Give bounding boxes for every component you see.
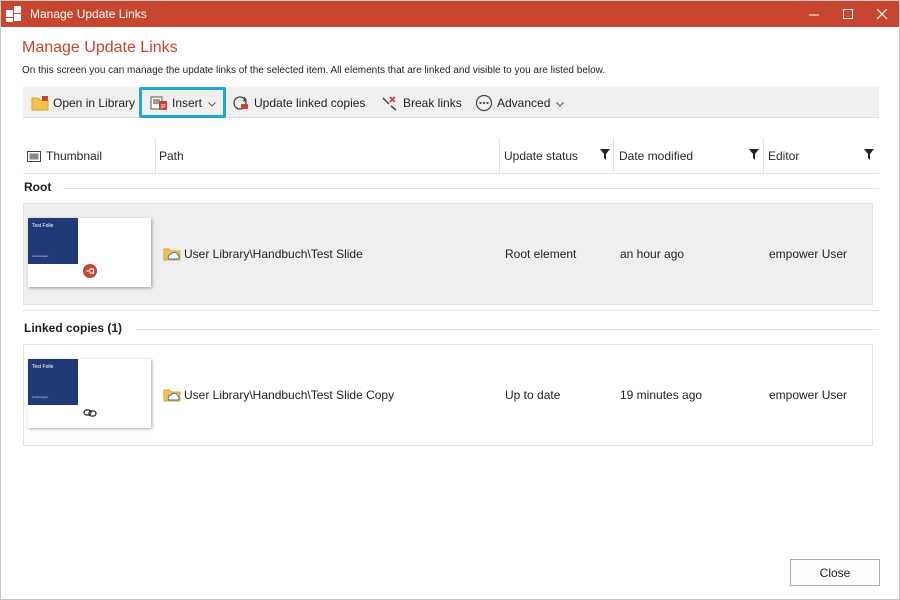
editor-cell: empower User: [769, 247, 848, 261]
group-divider: [23, 310, 879, 311]
column-date-modified[interactable]: Date modified: [619, 138, 693, 174]
update-linked-copies-label: Update linked copies: [254, 95, 366, 110]
column-update-status[interactable]: Update status: [504, 138, 578, 174]
slide-thumbnail: Test Folie Änderungen: [28, 359, 151, 428]
date-cell: an hour ago: [620, 247, 685, 261]
group-divider: [63, 188, 879, 189]
thumbnail-subtitle: Änderungen: [32, 395, 49, 399]
thumbnail-icon: [27, 150, 41, 162]
manage-update-links-window: Manage Update Links Manage Update Links …: [0, 0, 900, 600]
path-text: User Library\Handbuch\Test Slide: [184, 247, 363, 261]
table-row-root[interactable]: Test Folie Änderungen User Library\Handb…: [23, 203, 873, 305]
close-window-button[interactable]: [865, 1, 899, 27]
page-description: On this screen you can manage the update…: [22, 65, 606, 76]
column-editor-label: Editor: [768, 149, 800, 163]
path-text: User Library\Handbuch\Test Slide Copy: [184, 388, 395, 402]
editor-cell: empower User: [769, 388, 848, 402]
maximize-button[interactable]: [831, 1, 865, 27]
date-cell: 19 minutes ago: [620, 388, 703, 402]
chevron-down-icon: [208, 96, 216, 110]
column-date-modified-label: Date modified: [619, 149, 694, 163]
open-in-library-button[interactable]: Open in Library: [31, 87, 135, 118]
maximize-icon: [842, 8, 853, 19]
svg-text:P: P: [161, 104, 166, 111]
link-icon: [83, 407, 97, 421]
close-button[interactable]: Close: [790, 559, 880, 586]
column-path[interactable]: Path: [159, 138, 184, 174]
close-icon: [876, 8, 887, 19]
filter-icon[interactable]: [749, 149, 759, 164]
thumbnail-title: Test Folie: [32, 223, 54, 229]
thumbnail-subtitle: Änderungen: [32, 254, 49, 258]
cloud-folder-icon: [163, 246, 181, 262]
filter-icon[interactable]: [864, 149, 874, 164]
thumbnail-title: Test Folie: [32, 364, 54, 370]
column-path-label: Path: [159, 149, 184, 163]
app-logo-icon: [6, 6, 22, 22]
advanced-label: Advanced: [497, 95, 551, 110]
cloud-folder-icon: [163, 387, 181, 403]
group-label-linked-copies: Linked copies (1): [24, 321, 123, 335]
filter-icon[interactable]: [600, 149, 610, 164]
folder-icon: [31, 94, 49, 112]
group-label-root: Root: [24, 180, 52, 194]
path-cell: User Library\Handbuch\Test Slide: [163, 204, 363, 304]
column-thumbnail-label: Thumbnail: [46, 149, 103, 163]
column-update-status-label: Update status: [504, 149, 579, 163]
column-header: Thumbnail Path Update status Date modifi…: [23, 138, 879, 174]
insert-button[interactable]: P Insert: [139, 87, 227, 118]
insert-slide-icon: P: [150, 94, 168, 112]
open-in-library-label: Open in Library: [53, 95, 136, 110]
break-links-button[interactable]: Break links: [381, 87, 462, 118]
advanced-button[interactable]: Advanced: [475, 87, 565, 118]
group-divider: [136, 329, 879, 330]
minimize-icon: [808, 14, 819, 15]
slide-thumbnail: Test Folie Änderungen: [28, 218, 151, 287]
toolbar: Open in Library P Insert Update linked c…: [23, 87, 879, 118]
update-linked-copies-button[interactable]: Update linked copies: [232, 87, 365, 118]
column-editor[interactable]: Editor: [768, 138, 799, 174]
minimize-button[interactable]: [797, 1, 831, 27]
table-row-linked-copy[interactable]: Test Folie Änderungen User Library\Handb…: [23, 344, 873, 446]
more-options-icon: [475, 94, 493, 112]
status-cell: Root element: [505, 247, 577, 261]
path-cell: User Library\Handbuch\Test Slide Copy: [163, 345, 394, 445]
chevron-down-icon: [556, 96, 565, 110]
break-links-label: Break links: [403, 95, 462, 110]
refresh-link-icon: [232, 94, 250, 112]
break-link-icon: [381, 94, 399, 112]
root-badge-icon: [83, 264, 97, 281]
title-bar: Manage Update Links: [1, 1, 899, 27]
column-thumbnail[interactable]: Thumbnail: [27, 138, 102, 174]
window-title: Manage Update Links: [30, 7, 147, 21]
page-title: Manage Update Links: [22, 39, 178, 56]
status-cell: Up to date: [505, 388, 561, 402]
insert-label: Insert: [172, 95, 203, 110]
